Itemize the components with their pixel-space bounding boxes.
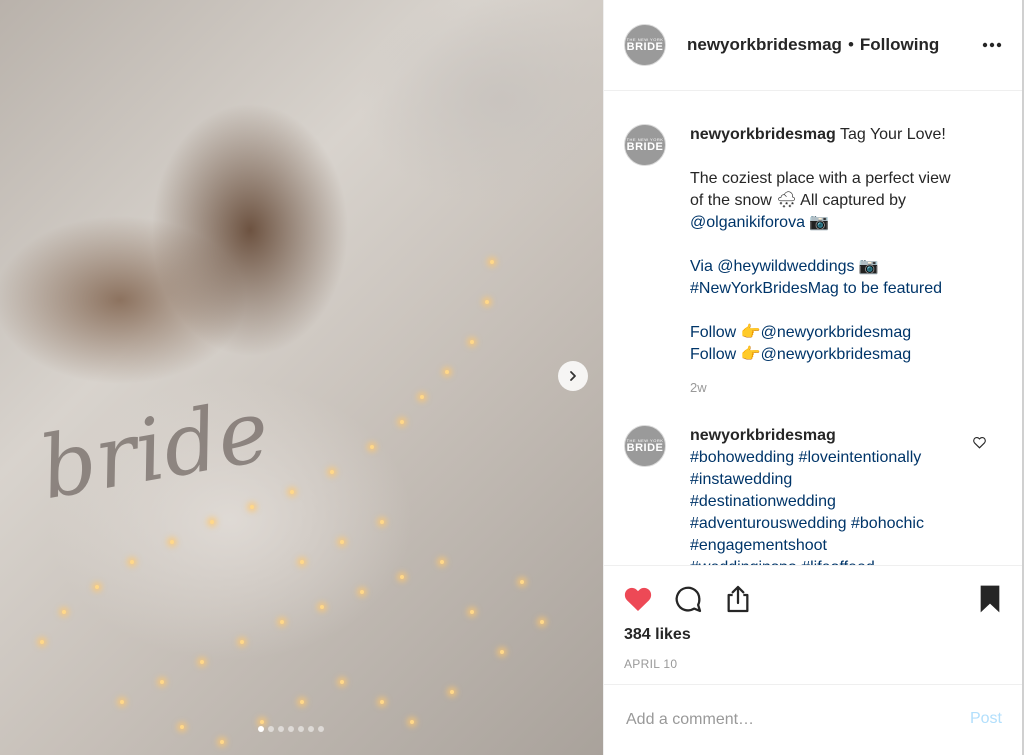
instagram-post: bride THE NEW YORK BRIDE newyorkbridesma… [0, 0, 1024, 755]
likes-count[interactable]: 384 likes [624, 626, 691, 644]
post-button[interactable]: Post [970, 710, 1002, 728]
light-dot [470, 340, 474, 344]
carousel-dot [318, 726, 324, 732]
comment-body: newyorkbridesmag #bohowedding #loveinten… [690, 425, 982, 565]
light-dot [120, 700, 124, 704]
caption-first-line: newyorkbridesmag Tag Your Love! [690, 124, 982, 146]
light-dot [300, 560, 304, 564]
share-icon[interactable] [722, 583, 754, 615]
comment-hashtags[interactable]: #weddinginspo #lifeoffeed [690, 557, 982, 565]
caption-line [690, 146, 982, 168]
caption-line [690, 300, 982, 322]
caption-line [690, 234, 982, 256]
light-dot [485, 300, 489, 304]
light-dot [380, 700, 384, 704]
light-dot [330, 470, 334, 474]
light-dot [445, 370, 449, 374]
light-dot [260, 720, 264, 724]
caption-line[interactable]: #NewYorkBridesMag to be featured [690, 278, 982, 300]
caption-line: The coziest place with a perfect view [690, 170, 951, 187]
light-dot [62, 610, 66, 614]
light-dot [280, 620, 284, 624]
carousel-dot [288, 726, 294, 732]
add-comment-bar: Post [604, 684, 1022, 756]
bookmark-saved-icon[interactable] [974, 583, 1006, 615]
light-dot [340, 680, 344, 684]
carousel-dot [258, 726, 264, 732]
caption-username[interactable]: newyorkbridesmag [690, 126, 836, 143]
light-dot [420, 395, 424, 399]
light-dot [170, 540, 174, 544]
caption-line[interactable]: Follow 👉@newyorkbridesmag [690, 322, 982, 344]
avatar[interactable]: THE NEW YORK BRIDE [624, 124, 666, 166]
light-dot [400, 420, 404, 424]
action-bar: 384 likes APRIL 10 [604, 565, 1022, 684]
light-dot [400, 575, 404, 579]
light-dot [520, 580, 524, 584]
carousel-dot [298, 726, 304, 732]
light-dot [360, 590, 364, 594]
light-dot [40, 640, 44, 644]
add-comment-input[interactable] [624, 705, 948, 735]
carousel-dot [308, 726, 314, 732]
comment-bubble-icon[interactable] [672, 583, 704, 615]
post-header: THE NEW YORK BRIDE newyorkbridesmag • Fo… [604, 0, 1022, 91]
chevron-right-icon [570, 371, 576, 381]
light-dot [180, 725, 184, 729]
like-heart-icon[interactable] [622, 583, 654, 615]
caption-body: newyorkbridesmag Tag Your Love! The cozi… [690, 124, 982, 399]
light-dot [210, 520, 214, 524]
light-dot [540, 620, 544, 624]
more-options-icon[interactable] [980, 33, 1004, 57]
comment-hashtags[interactable]: #instawedding [690, 469, 982, 491]
comments-section[interactable]: THE NEW YORK BRIDE newyorkbridesmag Tag … [604, 91, 1022, 565]
caption-line: of the snow 🌨 All captured by [690, 192, 906, 209]
comment-hashtags[interactable]: #adventurouswedding #bohochic [690, 513, 982, 535]
light-dot [490, 260, 494, 264]
comment-hashtags[interactable]: #destinationwedding [690, 491, 982, 513]
carousel-dot [268, 726, 274, 732]
post-date: APRIL 10 [624, 657, 678, 671]
light-dot [130, 560, 134, 564]
light-dot [220, 740, 224, 744]
caption-line[interactable]: Follow 👉@newyorkbridesmag [690, 344, 982, 366]
light-dot [320, 605, 324, 609]
caption-age[interactable]: 2w [690, 377, 982, 399]
light-dot [240, 640, 244, 644]
light-dot [380, 520, 384, 524]
light-dot [200, 660, 204, 664]
caption-line[interactable]: Via @heywildweddings 📷 [690, 256, 982, 278]
light-dot [250, 505, 254, 509]
avatar[interactable]: THE NEW YORK BRIDE [624, 24, 666, 66]
avatar[interactable]: THE NEW YORK BRIDE [624, 425, 666, 467]
following-button[interactable]: Following [860, 35, 939, 55]
comment-like-heart-icon[interactable] [972, 435, 987, 450]
light-dot [160, 680, 164, 684]
carousel-next-button[interactable] [558, 361, 588, 391]
post-sidebar: THE NEW YORK BRIDE newyorkbridesmag • Fo… [603, 0, 1024, 755]
separator-dot: • [847, 35, 854, 54]
light-dot [500, 650, 504, 654]
comment-username[interactable]: newyorkbridesmag [690, 425, 982, 447]
light-dot [440, 560, 444, 564]
light-dot [470, 610, 474, 614]
light-dot [300, 700, 304, 704]
caption-text: Tag Your Love! [839, 126, 946, 143]
light-dot [290, 490, 294, 494]
light-dot [370, 445, 374, 449]
comment-hashtags[interactable]: #bohowedding #loveintentionally [690, 447, 982, 469]
carousel-dots [258, 726, 324, 732]
light-dot [410, 720, 414, 724]
caption-line[interactable]: @olganikiforova 📷 [690, 212, 982, 234]
carousel-dot [278, 726, 284, 732]
post-photo[interactable]: bride [0, 0, 603, 755]
light-dot [450, 690, 454, 694]
header-username[interactable]: newyorkbridesmag [687, 35, 842, 55]
fairy-lights [0, 0, 603, 755]
comment-hashtags[interactable]: #engagementshoot [690, 535, 982, 557]
light-dot [340, 540, 344, 544]
light-dot [95, 585, 99, 589]
